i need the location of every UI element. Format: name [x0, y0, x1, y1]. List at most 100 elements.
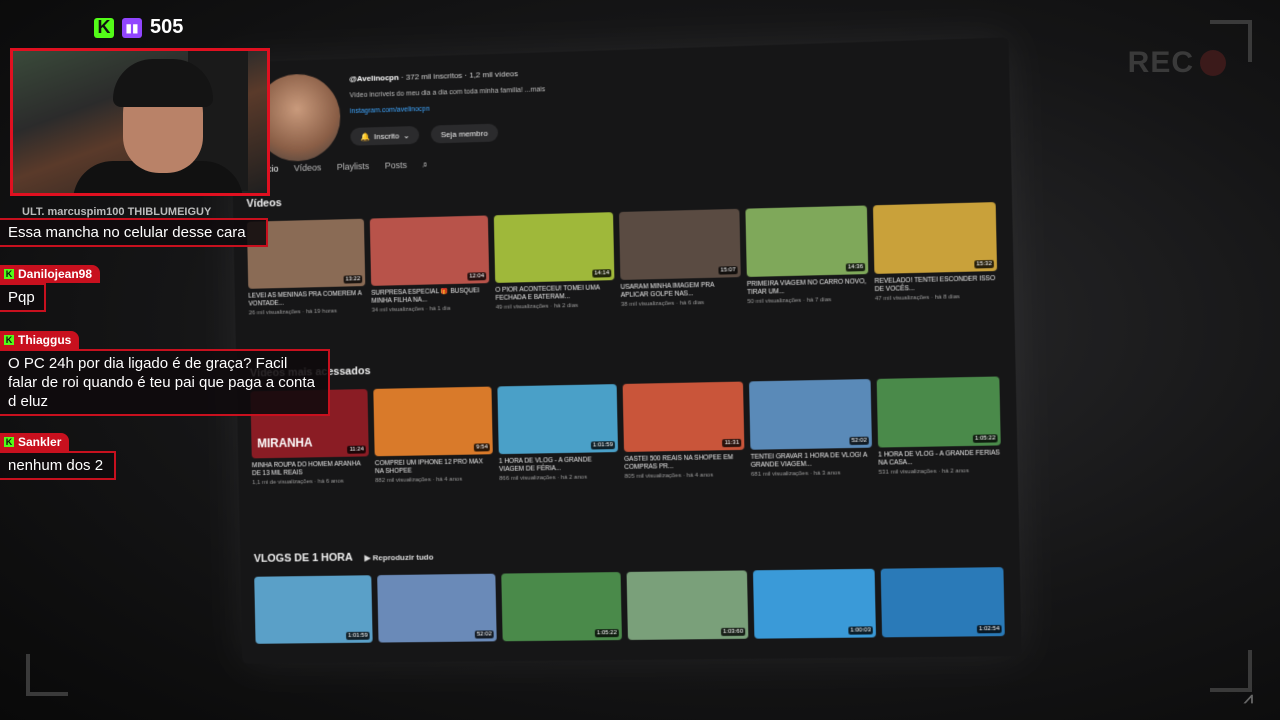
video-meta: 34 mil visualizações · há 1 dia [371, 305, 451, 314]
play-all-label: Reproduzir tudo [372, 552, 434, 562]
video-thumbnail[interactable]: 52:02 [377, 573, 497, 643]
section-title-vlogs: VLOGS DE 1 HORA ▶ Reproduzir tudo [254, 551, 434, 565]
webcam-feed [10, 48, 270, 196]
video-card[interactable]: 1:02:54 [880, 567, 1005, 638]
video-card[interactable]: 1:00:03 [752, 568, 876, 639]
video-thumbnail[interactable]: 52:02 [749, 379, 872, 450]
video-title[interactable]: TENTEI GRAVAR 1 HORA DE VLOG! A GRANDE V… [751, 452, 873, 470]
video-card[interactable]: 14:36 PRIMEIRA VIAGEM NO CARRO NOVO, TIR… [745, 205, 869, 305]
chat-text: nenhum dos 2 [0, 451, 116, 480]
video-card[interactable]: 52:02 [377, 573, 497, 643]
viewer-counter: K ▮▮ 505 [94, 16, 183, 39]
video-card[interactable]: 11:31 GASTEI 500 REAIS NA SHOPEE EM COMP… [622, 381, 745, 480]
video-duration: 52:02 [474, 630, 494, 639]
chat-username: Sankler [18, 435, 62, 449]
video-card[interactable]: 1:03:60 [626, 570, 749, 640]
logo-watermark-icon: ⩘ [1244, 690, 1254, 707]
video-thumbnail[interactable]: 1:00:03 [752, 568, 876, 639]
vlogs-row: 1:01:59 52:02 1:05:22 1:03:60 1:00:03 1:… [254, 567, 1005, 644]
video-thumbnail[interactable]: 11:31 [622, 381, 745, 452]
video-title[interactable]: GASTEI 500 REAIS NA SHOPEE EM COMPRAS PR… [624, 454, 745, 472]
chat-username: THIBLUMEIGUY [127, 206, 212, 218]
video-card[interactable]: 1:05:22 1 HORA DE VLOG - A GRANDE FÉRIAS… [876, 376, 1002, 476]
video-meta: 882 mil visualizações · há 4 anos [375, 476, 463, 485]
video-title[interactable]: USARAM MINHA IMAGEM PRA APLICAR GOLPE NA… [621, 281, 742, 300]
video-meta: 38 mil visualizações · há 6 dias [620, 300, 705, 308]
video-meta: 1,1 mi de visualizações · há 6 anos [252, 478, 344, 487]
subscribed-button[interactable]: 🔔 Inscrito ⌄ [350, 125, 420, 146]
video-thumbnail[interactable]: 1:01:59 [497, 384, 619, 455]
chat-username-badge: K Sankler [0, 433, 70, 451]
video-thumbnail[interactable]: 14:14 [493, 212, 615, 283]
play-all-button[interactable]: ▶ Reproduzir tudo [364, 552, 433, 562]
chat-username-badge: K Danilojean98 [0, 265, 101, 283]
video-thumbnail[interactable]: 12:04 [369, 215, 490, 286]
video-duration: 9:54 [474, 443, 490, 452]
channel-description[interactable]: Vídeo incríveis do meu dia a dia com tod… [350, 86, 546, 99]
video-meta: 47 mil visualizações · há 8 dias [874, 294, 960, 303]
video-meta: 26 mil visualizações · há 19 horas [248, 308, 337, 317]
video-duration: 12:04 [467, 272, 487, 281]
channel-handle-line: @Avelinocpn · 372 mil inscritos · 1,2 mi… [349, 69, 518, 83]
chat-username: Danilojean98 [18, 267, 93, 281]
video-title[interactable]: 1 HORA DE VLOG - A GRANDE FÉRIAS NA CASA… [878, 449, 1001, 467]
youtube-channel-page: @Avelinocpn · 372 mil inscritos · 1,2 mi… [230, 37, 1022, 664]
video-duration: 52:02 [849, 436, 869, 446]
search-icon[interactable]: ⌕ [423, 159, 428, 170]
tab-playlists[interactable]: Playlists [337, 161, 370, 173]
frame-corner-top-right [1210, 20, 1252, 62]
video-thumbnail[interactable]: 1:02:54 [880, 567, 1005, 638]
tab-posts[interactable]: Posts [385, 160, 407, 172]
join-label: Seja membro [440, 128, 488, 139]
chat-message: K Danilojean98 Pqp [0, 264, 101, 312]
video-thumbnail[interactable]: 1:05:22 [876, 376, 1001, 448]
video-duration: 1:05:22 [972, 434, 998, 443]
video-title[interactable]: O PIOR ACONTECEU! TOMEI UMA FECHADA E BA… [495, 284, 615, 303]
chat-text: O PC 24h por dia ligado é de graça? Faci… [0, 349, 330, 416]
video-card[interactable]: 15:32 REVELADO! TENTEI ESCONDER ISSO DE … [872, 202, 998, 303]
kick-badge-icon: K [4, 335, 14, 345]
channel-link[interactable]: instagram.com/avelinocpn [350, 106, 430, 115]
video-thumbnail[interactable]: 15:07 [619, 208, 741, 280]
video-card[interactable]: 1:05:22 [501, 572, 622, 642]
playlist-title[interactable]: VLOGS DE 1 HORA [254, 552, 353, 565]
chat-usernames: ULT. marcuspim100 THIBLUMEIGUY [0, 206, 268, 218]
join-button[interactable]: Seja membro [430, 123, 498, 144]
chat-username: ULT. [22, 206, 45, 218]
video-card[interactable]: 12:04 SURPRESA ESPECIAL 🎁 BUSQUEI MINHA … [369, 215, 490, 314]
video-thumbnail[interactable]: 1:03:60 [626, 570, 749, 640]
video-card[interactable]: 14:14 O PIOR ACONTECEU! TOMEI UMA FECHAD… [493, 212, 615, 311]
video-card[interactable]: 15:07 USARAM MINHA IMAGEM PRA APLICAR GO… [619, 208, 742, 308]
video-title[interactable]: SURPRESA ESPECIAL 🎁 BUSQUEI MINHA FILHA … [371, 287, 489, 306]
video-title[interactable]: 1 HORA DE VLOG - A GRANDE VIAGEM DE FÉRI… [499, 456, 619, 474]
chevron-down-icon: ⌄ [403, 130, 410, 140]
tab-videos[interactable]: Vídeos [294, 162, 322, 174]
video-thumbnail[interactable]: 15:32 [872, 202, 998, 274]
video-card[interactable]: 1:01:59 [254, 575, 373, 644]
popular-row: MIRANHA 11:24 MINHA ROUPA DO HOMEM ARANH… [250, 376, 1001, 486]
video-thumbnail[interactable]: 1:01:59 [254, 575, 373, 644]
bell-icon: 🔔 [360, 131, 371, 142]
video-title[interactable]: REVELADO! TENTEI ESCONDER ISSO DE VOCÊS.… [875, 275, 998, 294]
channel-stats: · 372 mil inscritos · 1,2 mil vídeos [398, 69, 519, 82]
video-title[interactable]: MINHA ROUPA DO HOMEM ARANHA DE 13 MIL RE… [252, 460, 369, 478]
chat-message: K Thiaggus O PC 24h por dia ligado é de g… [0, 330, 330, 416]
frame-corner-bottom-left [26, 654, 68, 696]
video-card[interactable]: 52:02 TENTEI GRAVAR 1 HORA DE VLOG! A GR… [749, 379, 873, 478]
rec-label: REC [1127, 46, 1194, 79]
video-thumbnail[interactable]: 9:54 [373, 386, 493, 457]
video-title[interactable]: PRIMEIRA VIAGEM NO CARRO NOVO, TIRAR UM.… [747, 278, 869, 297]
video-thumbnail[interactable]: 14:36 [745, 205, 869, 277]
stream-overlay: K ▮▮ 505 REC @Avelinocpn · 372 mil inscr… [0, 0, 1280, 720]
video-thumbnail[interactable]: 1:05:22 [501, 572, 622, 642]
video-duration: 1:00:03 [848, 626, 873, 635]
chat-message: K Sankler nenhum dos 2 [0, 432, 116, 480]
thumbnail-text: MIRANHA [257, 435, 313, 451]
video-card[interactable]: 9:54 COMPREI UM IPHONE 12 PRO MAX NA SHO… [373, 386, 493, 485]
video-title[interactable]: COMPREI UM IPHONE 12 PRO MAX NA SHOPEE [375, 458, 493, 476]
chat-username-badge: K Thiaggus [0, 331, 80, 349]
video-title[interactable]: LEVEI AS MENINAS PRA COMEREM A VONTADE..… [248, 290, 365, 309]
chat-text: Essa mancha no celular desse cara [0, 218, 268, 247]
video-duration: 13:22 [343, 275, 363, 284]
video-card[interactable]: 1:01:59 1 HORA DE VLOG - A GRANDE VIAGEM… [497, 384, 619, 482]
